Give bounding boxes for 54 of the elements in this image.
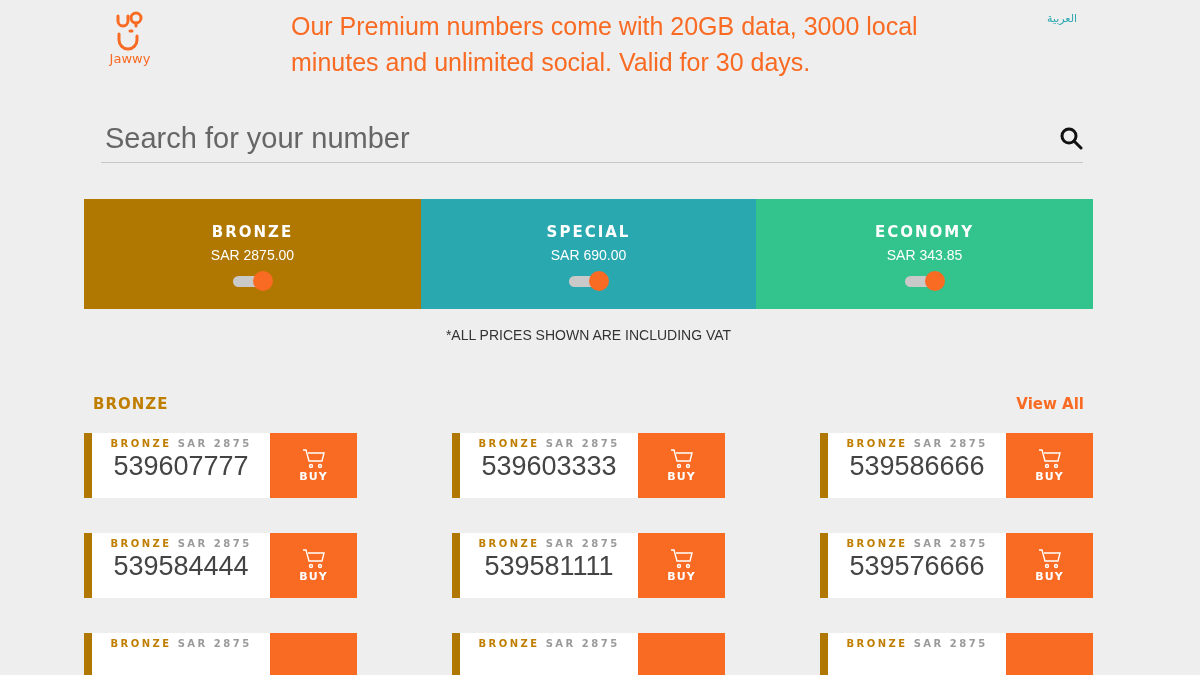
tier-name: ECONOMY: [874, 223, 975, 241]
phone-number: 539581111: [484, 551, 614, 582]
buy-button[interactable]: BUY: [270, 433, 357, 498]
cart-icon: [669, 448, 694, 469]
toggle-switch[interactable]: [568, 271, 609, 291]
number-tag: BRONZE SAR 2875: [846, 538, 988, 549]
toggle-switch[interactable]: [232, 271, 273, 291]
tier-price: SAR 2875.00: [210, 247, 295, 263]
number-tag: BRONZE SAR 2875: [110, 638, 252, 649]
cart-icon: [1037, 548, 1062, 569]
view-all-link[interactable]: View All: [1016, 395, 1084, 413]
cart-icon: [301, 448, 326, 469]
headline: Our Premium numbers come with 20GB data, 3000 local minutes and unlimited social. Valid for 30 days.: [291, 11, 919, 78]
phone-number: 539603333: [481, 451, 617, 482]
buy-button[interactable]: BUY: [638, 433, 725, 498]
number-tag: BRONZE SAR 2875: [478, 438, 620, 449]
tier-price: SAR 690.00: [550, 247, 627, 263]
logo-drawing: [115, 10, 145, 52]
tier-price: SAR 343.85: [886, 247, 963, 263]
phone-number: 539586666: [849, 451, 985, 482]
section-title: BRONZE: [93, 395, 169, 413]
number-tag: BRONZE SAR 2875: [110, 438, 252, 449]
number-card[interactable]: BRONZE SAR 2875: [820, 633, 1006, 675]
tier-name: BRONZE: [211, 223, 294, 241]
language-link[interactable]: العربية: [1047, 12, 1078, 25]
number-tag: BRONZE SAR 2875: [478, 638, 620, 649]
phone-number: 539607777: [113, 451, 249, 482]
number-card[interactable]: BRONZE SAR 2875 539576666: [820, 533, 1006, 598]
number-tag: BRONZE SAR 2875: [846, 438, 988, 449]
vat-note: *ALL PRICES SHOWN ARE INCLUDING VAT: [444, 327, 733, 343]
tier-name: SPECIAL: [546, 223, 631, 241]
number-card[interactable]: BRONZE SAR 2875 539581111: [452, 533, 638, 598]
phone-number: 539576666: [849, 551, 985, 582]
logo-text: Jawwy: [109, 52, 151, 66]
number-tag: BRONZE SAR 2875: [478, 538, 620, 549]
phone-number: 539584444: [113, 551, 249, 582]
number-card[interactable]: BRONZE SAR 2875 539584444: [84, 533, 270, 598]
number-card[interactable]: BRONZE SAR 2875 539603333: [452, 433, 638, 498]
search-field[interactable]: Search for your number: [101, 121, 1059, 155]
number-card[interactable]: BRONZE SAR 2875: [452, 633, 638, 675]
number-tag: BRONZE SAR 2875: [110, 538, 252, 549]
number-card[interactable]: BRONZE SAR 2875 539607777: [84, 433, 270, 498]
cart-icon: [669, 548, 694, 569]
search-icon[interactable]: [1059, 126, 1083, 150]
number-tag: BRONZE SAR 2875: [846, 638, 988, 649]
buy-button[interactable]: BUY: [1006, 533, 1093, 598]
buy-button[interactable]: BUY: [270, 533, 357, 598]
buy-button[interactable]: BUY: [638, 533, 725, 598]
cart-icon: [1037, 448, 1062, 469]
number-card[interactable]: BRONZE SAR 2875 539586666: [820, 433, 1006, 498]
number-card[interactable]: BRONZE SAR 2875: [84, 633, 270, 675]
buy-button[interactable]: BUY: [1006, 433, 1093, 498]
cart-icon: [301, 548, 326, 569]
toggle-switch[interactable]: [904, 271, 945, 291]
